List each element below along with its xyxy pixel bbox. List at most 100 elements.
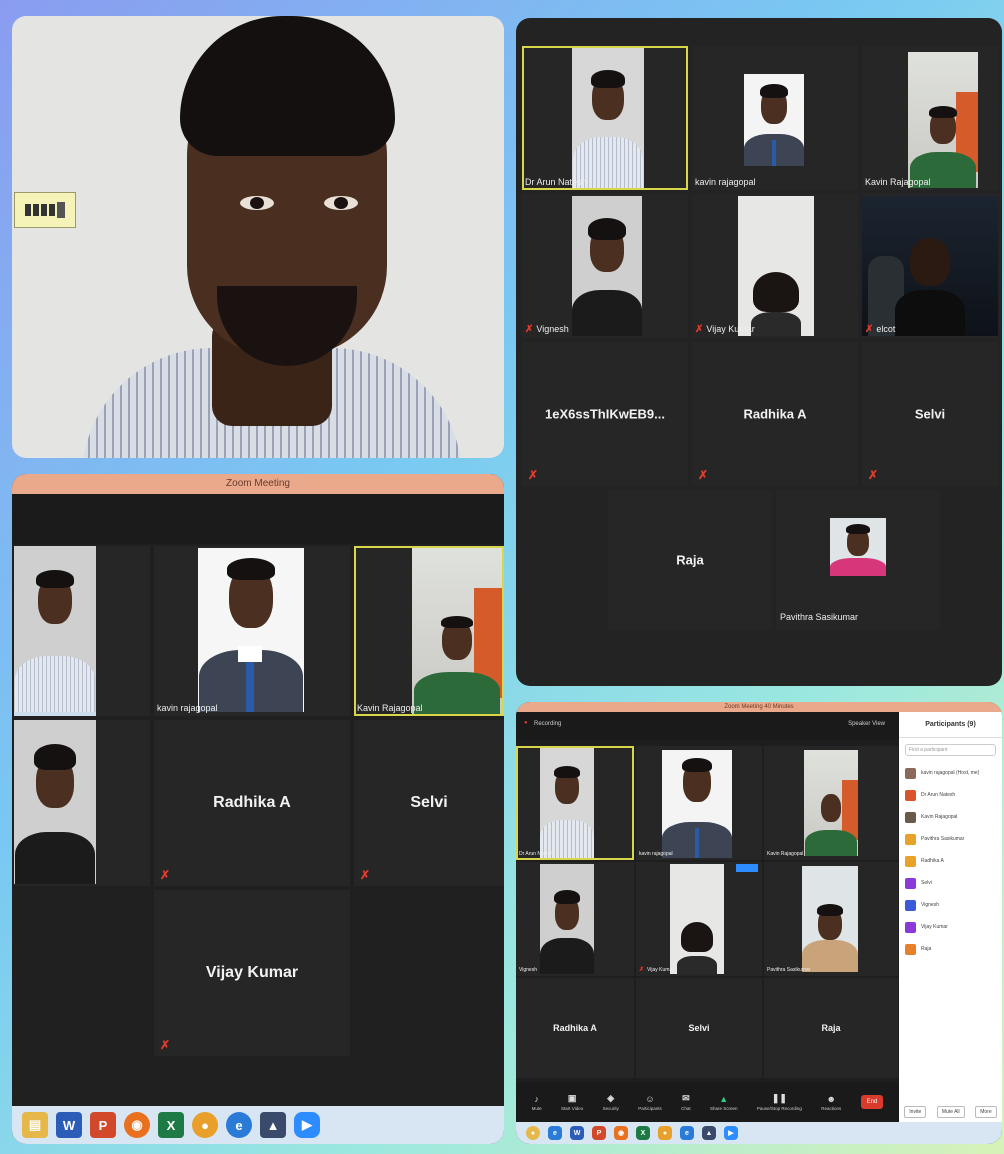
participant-name: ✗ Vijay Kumar bbox=[639, 966, 674, 973]
participant-row[interactable]: Selvi bbox=[899, 872, 1002, 894]
video-tile[interactable]: Selvi ✗ bbox=[354, 720, 504, 886]
video-tile[interactable]: Vignesh bbox=[516, 862, 634, 976]
participant-name-text: Vijay Kumar bbox=[706, 324, 755, 334]
participant-row[interactable]: Vignesh bbox=[899, 894, 1002, 916]
end-meeting-button[interactable]: End bbox=[860, 1095, 884, 1109]
start-video-button[interactable]: ▣ Start Video bbox=[561, 1093, 583, 1111]
firefox-icon[interactable]: ◉ bbox=[614, 1126, 628, 1140]
video-tile[interactable]: Raja bbox=[608, 490, 772, 630]
speaker-video-panel bbox=[12, 16, 504, 458]
speaker-right-eye bbox=[324, 196, 358, 210]
speaker-left-eye bbox=[240, 196, 274, 210]
participant-row[interactable]: Radhika A bbox=[899, 850, 1002, 872]
chrome-icon[interactable]: ● bbox=[658, 1126, 672, 1140]
word-icon[interactable]: W bbox=[570, 1126, 584, 1140]
windows-taskbar: ▤ W P ◉ X ● e ▲ ▶ bbox=[12, 1106, 504, 1144]
gallery-view-panel-1: Dr Arun Natesh kavin rajagopal Kavin Raj… bbox=[516, 18, 1002, 686]
participants-button[interactable]: ☺ Participants bbox=[638, 1094, 662, 1111]
zoom-icon[interactable]: ▶ bbox=[724, 1126, 738, 1140]
vlc-icon[interactable]: ▲ bbox=[702, 1126, 716, 1140]
participant-row[interactable]: kavin rajagopal (Host, me) bbox=[899, 762, 1002, 784]
video-tile[interactable]: Selvi bbox=[636, 978, 762, 1078]
participant-name: Kavin Rajagopal bbox=[767, 851, 804, 857]
mute-all-button[interactable]: Mute All bbox=[936, 1106, 965, 1118]
view-button[interactable]: Speaker View bbox=[848, 721, 885, 727]
video-tile[interactable]: Raja bbox=[764, 978, 898, 1078]
participant-avatar bbox=[905, 767, 916, 779]
participant-row[interactable]: Raja bbox=[899, 938, 1002, 960]
firefox-icon[interactable]: ◉ bbox=[124, 1112, 150, 1138]
video-tile[interactable]: Dr Arun Natesh bbox=[516, 746, 634, 860]
ie-icon[interactable]: e bbox=[548, 1126, 562, 1140]
video-tile[interactable]: Pavithra Sasikumar bbox=[776, 490, 940, 630]
reactions-button[interactable]: ☻ Reactions bbox=[821, 1094, 841, 1111]
participant-row-name: Raja bbox=[921, 946, 932, 952]
video-tile[interactable] bbox=[14, 546, 150, 716]
video-tile[interactable]: Kavin Rajagopal bbox=[764, 746, 898, 860]
participant-row[interactable]: Vijay Kumar bbox=[899, 916, 1002, 938]
file-explorer-icon[interactable]: ▤ bbox=[22, 1112, 48, 1138]
video-tile[interactable]: Selvi ✗ bbox=[862, 342, 998, 486]
video-tile[interactable]: Pavithra Sasikumar bbox=[764, 862, 898, 976]
participant-row[interactable]: Pavithra Sasikumar bbox=[899, 828, 1002, 850]
excel-icon[interactable]: X bbox=[158, 1112, 184, 1138]
share-screen-button[interactable]: ▲ Share Screen bbox=[710, 1094, 738, 1111]
muted-mic-icon: ✗ bbox=[528, 468, 539, 482]
share-screen-label: Share Screen bbox=[709, 1105, 738, 1111]
windows-taskbar: ● e W P ◉ X ● e ▲ ▶ bbox=[516, 1122, 1002, 1144]
zoom-icon[interactable]: ▶ bbox=[294, 1112, 320, 1138]
participants-label: Participants bbox=[638, 1105, 662, 1111]
participants-sidebar: Participants (9) Find a participant kavi… bbox=[899, 712, 1002, 1122]
chrome-icon[interactable]: ● bbox=[526, 1126, 540, 1140]
video-tile[interactable]: Dr Arun Natesh bbox=[522, 46, 688, 190]
end-label: End bbox=[860, 1095, 884, 1109]
participant-avatar bbox=[905, 877, 916, 889]
muted-mic-icon: ✗ bbox=[698, 468, 709, 482]
muted-mic-icon: ✗ bbox=[639, 967, 645, 973]
video-tile[interactable]: Radhika A ✗ bbox=[692, 342, 858, 486]
video-tile[interactable]: kavin rajagopal bbox=[692, 46, 858, 190]
more-button[interactable]: More bbox=[975, 1106, 997, 1118]
video-tile[interactable]: ✗ elcot bbox=[862, 194, 998, 338]
excel-icon[interactable]: X bbox=[636, 1126, 650, 1140]
recording-label: Recording bbox=[534, 721, 562, 727]
video-tile[interactable]: Kavin Rajagopal bbox=[354, 546, 504, 716]
gallery-view-panel-2: Zoom Meeting kavin rajagopal Kavin Rajag… bbox=[12, 474, 504, 1144]
powerpoint-icon[interactable]: P bbox=[90, 1112, 116, 1138]
video-tile[interactable]: Radhika A ✗ bbox=[154, 720, 350, 886]
video-tile[interactable]: Radhika A bbox=[516, 978, 634, 1078]
video-tile[interactable]: Kavin Rajagopal bbox=[862, 46, 998, 190]
word-icon[interactable]: W bbox=[56, 1112, 82, 1138]
participants-header: Participants (9) bbox=[899, 712, 1002, 738]
participant-avatar bbox=[905, 921, 916, 933]
chat-label: Chat bbox=[681, 1106, 691, 1111]
participant-row[interactable]: Dr Arun Natesh bbox=[899, 784, 1002, 806]
security-button[interactable]: ◈ Security bbox=[603, 1093, 619, 1111]
video-tile[interactable]: kavin rajagopal bbox=[154, 546, 350, 716]
video-tile[interactable]: ✗ Vignesh bbox=[522, 194, 688, 338]
vlc-icon[interactable]: ▲ bbox=[260, 1112, 286, 1138]
mute-button[interactable]: ♪ Mute bbox=[532, 1094, 542, 1111]
video-tile[interactable]: 1eX6ssThIKwEB9... ✗ bbox=[522, 342, 688, 486]
video-tile[interactable]: Vijay Kumar ✗ bbox=[154, 890, 350, 1056]
video-tile[interactable]: ✗ Vijay Kumar bbox=[636, 862, 762, 976]
participant-row-name: Dr Arun Natesh bbox=[921, 792, 956, 798]
video-tile[interactable]: kavin rajagopal bbox=[636, 746, 762, 860]
video-tile[interactable]: ✗ Vijay Kumar bbox=[692, 194, 858, 338]
chat-button[interactable]: ✉ Chat bbox=[681, 1093, 691, 1111]
recording-control-button[interactable]: ❚❚ Pause/Stop Recording bbox=[757, 1093, 802, 1111]
participant-name: 1eX6ssThIKwEB9... bbox=[545, 406, 665, 422]
participant-avatar bbox=[905, 943, 916, 955]
participants-icon: ☺ bbox=[645, 1093, 655, 1104]
edge-icon[interactable]: e bbox=[680, 1126, 694, 1140]
start-video-label: Start Video bbox=[561, 1106, 584, 1111]
participant-list: kavin rajagopal (Host, me) Dr Arun Natesh… bbox=[899, 762, 1002, 960]
chrome-icon[interactable]: ● bbox=[192, 1112, 218, 1138]
ie-icon[interactable]: e bbox=[226, 1112, 252, 1138]
invite-button[interactable]: Invite bbox=[904, 1106, 927, 1118]
participant-name: Radhika A bbox=[213, 794, 291, 811]
video-tile[interactable] bbox=[14, 720, 150, 886]
participant-search-input[interactable]: Find a participant bbox=[905, 744, 996, 756]
powerpoint-icon[interactable]: P bbox=[592, 1126, 606, 1140]
participant-row[interactable]: Kavin Rajagopal bbox=[899, 806, 1002, 828]
